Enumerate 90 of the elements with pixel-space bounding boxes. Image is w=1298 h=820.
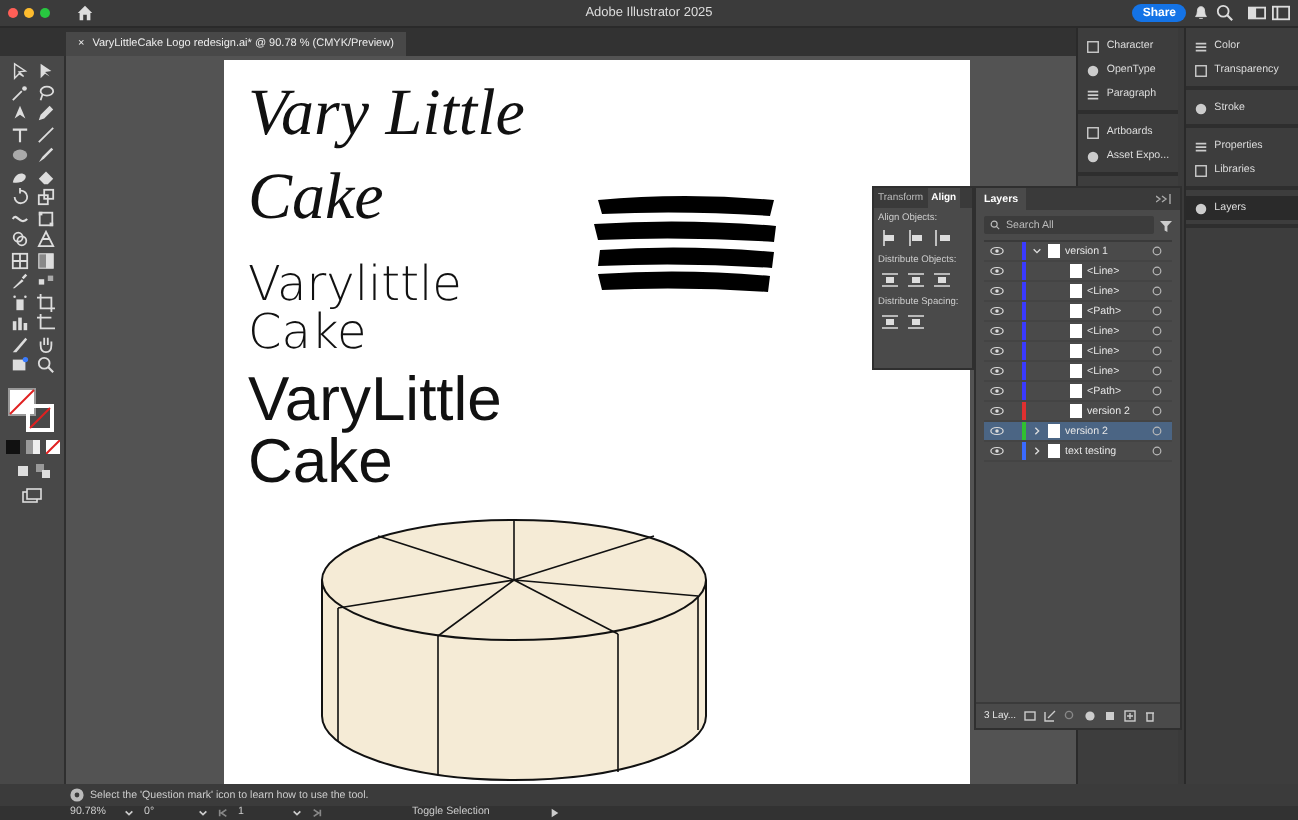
- align-icon[interactable]: [934, 230, 950, 246]
- draw-behind-icon[interactable]: [35, 464, 49, 478]
- align-icon[interactable]: [934, 272, 950, 288]
- align-icon[interactable]: [882, 272, 898, 288]
- fill-swatch[interactable]: [8, 388, 36, 416]
- export-icon[interactable]: [1044, 710, 1057, 722]
- caret-icon[interactable]: [198, 808, 208, 818]
- artboard-icon[interactable]: [35, 314, 55, 332]
- blend-icon[interactable]: [35, 272, 55, 290]
- panel-layout-icon[interactable]: [1272, 4, 1290, 22]
- panel-menu-icon[interactable]: [1156, 194, 1172, 204]
- close-window-button[interactable]: [8, 8, 18, 18]
- eraser-icon[interactable]: [35, 167, 55, 185]
- brush-icon[interactable]: [35, 146, 55, 164]
- wand-icon[interactable]: [9, 83, 29, 101]
- chevron-icon[interactable]: [1031, 426, 1041, 436]
- ellipse-icon[interactable]: [9, 146, 29, 164]
- transform-icon[interactable]: [35, 209, 55, 227]
- new-sublayer-icon[interactable]: [1104, 710, 1117, 722]
- color-mode-icon[interactable]: [5, 440, 19, 454]
- mesh-icon[interactable]: [9, 251, 29, 269]
- logo-text: VaryLittle: [248, 368, 502, 430]
- caret-icon[interactable]: [124, 808, 134, 818]
- bar-chart-icon[interactable]: [9, 314, 29, 332]
- spray-icon[interactable]: [9, 293, 29, 311]
- eye-icon[interactable]: [990, 366, 1004, 376]
- scale-icon[interactable]: [35, 188, 55, 206]
- rotate-icon[interactable]: [9, 188, 29, 206]
- logo-text: Varylittle: [248, 260, 462, 308]
- stroke-swatch[interactable]: [26, 404, 54, 432]
- eye-icon[interactable]: [990, 406, 1004, 416]
- lasso-icon[interactable]: [35, 83, 55, 101]
- clipping-mask-icon[interactable]: [1084, 710, 1097, 722]
- text-lines-icon[interactable]: [9, 125, 29, 143]
- eyedropper-icon[interactable]: [9, 272, 29, 290]
- eye-icon[interactable]: [990, 426, 1004, 436]
- pen-icon[interactable]: [9, 104, 29, 122]
- panel-icon: [1086, 87, 1101, 101]
- trash-icon[interactable]: [1144, 710, 1157, 722]
- panel-icon: [1194, 63, 1209, 77]
- minimize-window-button[interactable]: [24, 8, 34, 18]
- toolbar-edit-icon[interactable]: [9, 356, 29, 374]
- hand-icon[interactable]: [35, 335, 55, 353]
- new-layer-icon[interactable]: [1124, 710, 1137, 722]
- eye-icon[interactable]: [990, 266, 1004, 276]
- panel-icon: [1194, 139, 1209, 153]
- gradient-icon[interactable]: [35, 251, 55, 269]
- align-icon[interactable]: [908, 314, 924, 330]
- line-icon[interactable]: [35, 125, 55, 143]
- eye-icon[interactable]: [990, 446, 1004, 456]
- knife-icon[interactable]: [9, 335, 29, 353]
- panel-icon: [1194, 163, 1209, 177]
- workspace-icon[interactable]: [1248, 4, 1266, 22]
- pencil-icon[interactable]: [35, 104, 55, 122]
- eye-icon[interactable]: [990, 326, 1004, 336]
- caret-icon[interactable]: [292, 808, 302, 818]
- panel-icon: [1194, 39, 1209, 53]
- logo-text: Cake: [248, 430, 393, 492]
- collect-icon[interactable]: [1024, 710, 1037, 722]
- screen-mode-icon[interactable]: [22, 488, 42, 504]
- perspective-icon[interactable]: [35, 230, 55, 248]
- eye-icon[interactable]: [990, 386, 1004, 396]
- eye-icon[interactable]: [990, 286, 1004, 296]
- align-icon[interactable]: [882, 230, 898, 246]
- crop-icon[interactable]: [35, 293, 55, 311]
- filter-icon[interactable]: [1160, 219, 1172, 231]
- last-page-icon[interactable]: [312, 808, 322, 818]
- align-icon[interactable]: [908, 272, 924, 288]
- zoom-icon[interactable]: [35, 356, 55, 374]
- logo-text: Vary Little: [248, 76, 525, 154]
- eye-icon[interactable]: [990, 306, 1004, 316]
- align-icon[interactable]: [882, 314, 898, 330]
- first-page-icon[interactable]: [218, 808, 228, 818]
- logo-text: Cake: [248, 308, 367, 356]
- draw-mode-icon[interactable]: [15, 464, 29, 478]
- bell-icon[interactable]: [1192, 4, 1210, 22]
- chevron-icon[interactable]: [1031, 446, 1041, 456]
- logo-text: Cake: [248, 160, 386, 238]
- help-icon[interactable]: [70, 788, 84, 802]
- home-icon[interactable]: [76, 4, 94, 22]
- none-mode-icon[interactable]: [45, 440, 59, 454]
- maximize-window-button[interactable]: [40, 8, 50, 18]
- eye-icon[interactable]: [990, 346, 1004, 356]
- panel-icon: [1194, 101, 1209, 115]
- chevron-icon[interactable]: [1031, 246, 1041, 256]
- gradient-mode-icon[interactable]: [25, 440, 39, 454]
- panel-icon: [1194, 201, 1209, 215]
- eye-icon[interactable]: [990, 246, 1004, 256]
- align-icon[interactable]: [908, 230, 924, 246]
- shape-builder-icon[interactable]: [9, 230, 29, 248]
